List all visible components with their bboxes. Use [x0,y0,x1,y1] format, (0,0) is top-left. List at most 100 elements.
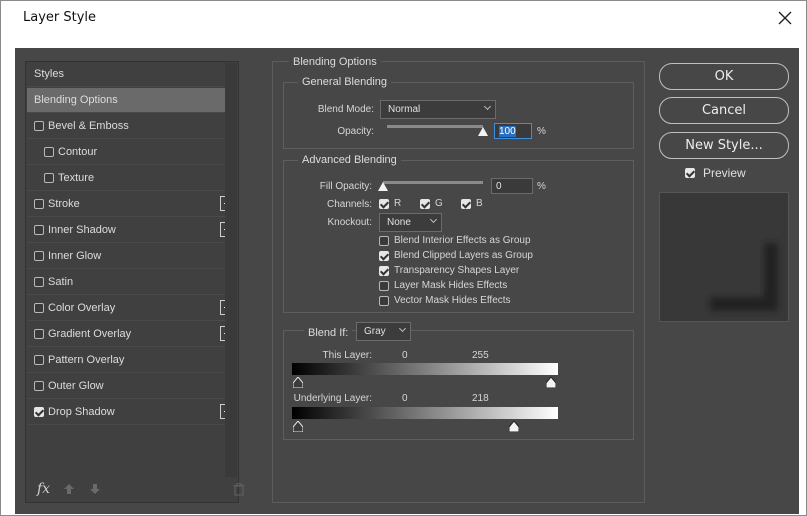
new-style-button[interactable]: New Style... [659,132,789,159]
this-layer-black-stop[interactable] [293,377,303,388]
option-label: Blend Clipped Layers as Group [394,250,533,261]
trash-icon[interactable] [233,483,245,496]
option-checkbox-blend-clipped-layers-as-group[interactable] [379,251,389,261]
layer-style-dialog: Layer Style Styles Blending Options Bevel … [0,0,807,516]
underlying-white-stop[interactable] [509,421,519,432]
style-item-checkbox[interactable] [34,121,44,131]
style-item-checkbox[interactable] [44,147,54,157]
option-checkbox-blend-interior-effects-as-group[interactable] [379,236,389,246]
cancel-button[interactable]: Cancel [659,97,789,124]
this-layer-white-stop[interactable] [546,377,556,388]
knockout-dropdown[interactable]: None [379,213,442,232]
option-checkbox-vector-mask-hides-effects[interactable] [379,296,389,306]
style-item-checkbox[interactable] [34,225,44,235]
blend-if-dropdown[interactable]: Gray [356,322,411,341]
style-item-color-overlay[interactable]: Color Overlay [27,296,237,321]
style-item-blending-options[interactable]: Blending Options [27,88,237,113]
underlying-black-stop[interactable] [293,421,303,432]
this-layer-high-value: 255 [472,350,489,361]
chevron-down-icon [398,324,407,333]
style-item-checkbox[interactable] [34,303,44,313]
style-item-label: Contour [58,146,98,158]
style-item-label: Inner Shadow [48,224,116,236]
fill-opacity-unit: % [537,181,546,192]
fx-icon[interactable]: fx [37,481,50,497]
style-item-texture[interactable]: Texture [27,166,237,191]
preview-shape [660,193,788,321]
arrow-up-icon[interactable] [63,483,75,495]
style-item-checkbox[interactable] [34,199,44,209]
opacity-input[interactable]: 100 [494,123,532,139]
chevron-down-icon [429,215,438,224]
style-item-outer-glow[interactable]: Outer Glow [27,374,237,399]
underlying-layer-label: Underlying Layer: [293,393,372,404]
option-checkbox-layer-mask-hides-effects[interactable] [379,281,389,291]
styles-footer: fx [26,476,245,502]
knockout-value: None [387,217,411,228]
dialog-body: Styles Blending Options Bevel & Emboss Cont… [15,48,799,514]
opacity-value: 100 [499,126,516,137]
channel-r-checkbox[interactable] [379,199,389,209]
style-item-contour[interactable]: Contour [27,140,237,165]
fill-opacity-value: 0 [496,181,502,192]
style-item-label: Texture [58,172,95,184]
style-item-styles[interactable]: Styles [27,62,237,87]
style-item-checkbox[interactable] [34,277,44,287]
style-item-label: Stroke [48,198,80,210]
channel-r-label: R [394,198,402,209]
advanced-blending-group: Advanced Blending Fill Opacity: 0 % Chan… [283,154,634,313]
blend-mode-label: Blend Mode: [317,104,374,115]
option-checkbox-transparency-shapes-layer[interactable] [379,266,389,276]
advanced-blending-title: Advanced Blending [298,154,401,166]
style-item-label: Color Overlay [48,302,116,314]
opacity-slider-thumb[interactable] [478,127,488,136]
blend-if-group: Blend If: Gray This Layer: 0 255 Underly… [283,322,634,440]
style-item-checkbox[interactable] [34,355,44,365]
style-item-label: Outer Glow [48,380,104,392]
underlying-high-value: 218 [472,393,489,404]
fill-opacity-slider-track[interactable] [383,181,483,184]
opacity-unit: % [537,126,546,137]
arrow-down-icon[interactable] [89,483,101,495]
style-item-pattern-overlay[interactable]: Pattern Overlay [27,348,237,373]
close-icon[interactable] [774,7,796,29]
style-item-checkbox[interactable] [34,407,44,417]
style-item-stroke[interactable]: Stroke [27,192,237,217]
style-item-gradient-overlay[interactable]: Gradient Overlay [27,322,237,347]
fill-opacity-input[interactable]: 0 [491,178,533,194]
ok-button[interactable]: OK [659,63,789,90]
preview-checkbox[interactable] [685,168,695,178]
styles-scrollbar[interactable] [225,63,237,477]
style-item-label: Pattern Overlay [48,354,125,366]
style-item-label: Blending Options [34,94,118,106]
style-item-inner-shadow[interactable]: Inner Shadow [27,218,237,243]
blend-mode-dropdown[interactable]: Normal [380,100,496,119]
style-item-inner-glow[interactable]: Inner Glow [27,244,237,269]
option-label: Blend Interior Effects as Group [394,235,531,246]
style-item-checkbox[interactable] [34,329,44,339]
fill-opacity-slider-thumb[interactable] [378,182,388,191]
window-title: Layer Style [23,10,97,25]
style-item-checkbox[interactable] [44,173,54,183]
fill-opacity-label: Fill Opacity: [319,181,372,192]
chevron-down-icon [483,102,492,111]
knockout-label: Knockout: [327,217,372,228]
underlying-layer-gradient[interactable] [292,407,558,419]
opacity-slider-track[interactable] [387,125,483,128]
opacity-label: Opacity: [337,126,374,137]
style-item-drop-shadow[interactable]: Drop Shadow [27,400,237,425]
style-item-checkbox[interactable] [34,381,44,391]
this-layer-gradient[interactable] [292,363,558,375]
style-item-satin[interactable]: Satin [27,270,237,295]
channel-b-checkbox[interactable] [461,199,471,209]
style-item-label: Drop Shadow [48,406,115,418]
channel-b-label: B [476,198,483,209]
style-item-bevel-emboss[interactable]: Bevel & Emboss [27,114,237,139]
style-item-checkbox[interactable] [34,251,44,261]
blend-mode-value: Normal [388,104,421,115]
blend-if-label: Blend If: [304,327,353,339]
style-item-label: Gradient Overlay [48,328,132,340]
blending-options-title: Blending Options [289,56,381,68]
blending-options-panel: Blending Options General Blending Blend … [272,56,645,503]
channel-g-checkbox[interactable] [420,199,430,209]
